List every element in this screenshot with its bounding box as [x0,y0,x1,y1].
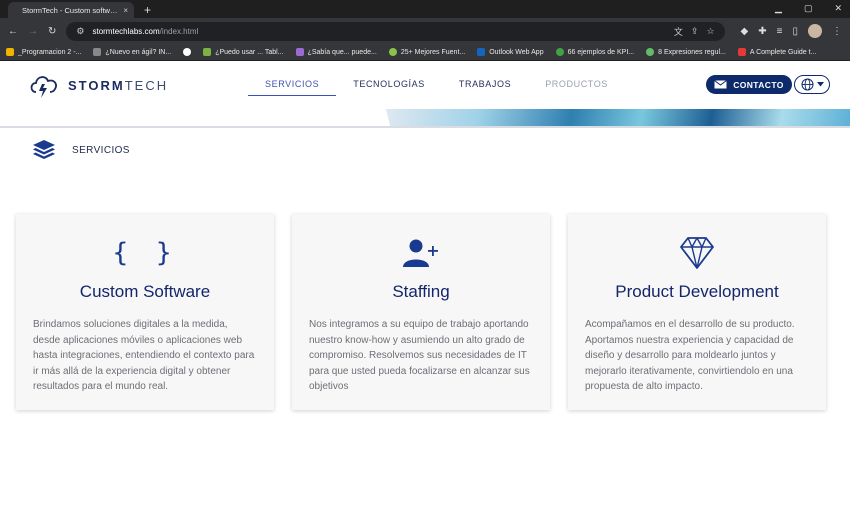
bookmark-item[interactable]: ¿Sabía que... puede... [295,48,377,56]
card-title: Staffing [392,282,450,301]
code-braces-glyph: { } [112,238,178,268]
reading-list-icon[interactable]: ≡ [777,26,783,37]
nav-item-servicios[interactable]: SERVICIOS [248,75,337,96]
diamond-icon [679,236,715,270]
tab-title: StormTech - Custom software de [22,5,120,15]
nav-item-trabajos[interactable]: TRABAJOS [442,75,528,95]
service-card-staffing: Staffing Nos integramos a su equipo de t… [292,214,550,410]
bookmark-item[interactable]: ¿Puedo usar ... Tabl... [203,48,284,56]
url-path: /index.html [159,26,199,36]
card-description: Brindamos soluciones digitales a la medi… [33,319,255,392]
extensions-puzzle-icon[interactable]: ✚ [758,26,766,37]
language-selector[interactable] [794,75,830,94]
card-description: Nos integramos a su equipo de trabajo ap… [309,319,530,392]
bookmark-label: 66 ejemplos de KPI... [567,48,635,56]
bookmark-favicon-icon [93,48,102,56]
bookmark-item[interactable] [183,48,192,56]
maximize-icon[interactable]: ▢ [804,3,813,14]
bookmark-label: _Programacion 2 -... [18,48,82,56]
section-header: SERVICIOS [0,128,850,172]
site-header: STORMTECH SERVICIOS TECNOLOGÍAS TRABAJOS… [0,61,850,109]
url-host: stormtechlabs.com [92,26,160,36]
bookmark-favicon-icon [6,48,14,56]
nav-item-productos[interactable]: PRODUCTOS [528,75,625,95]
bookmark-item[interactable]: _Programacion 2 -... [6,48,81,56]
site-info-icon[interactable]: ⚙ [76,26,84,37]
share-icon[interactable]: ⇪ [691,26,699,37]
browser-menu-icon[interactable]: ⋮ [832,26,842,37]
bookmark-item[interactable]: 66 ejemplos de KPI... [555,48,635,56]
code-braces-icon: { } [113,236,178,270]
bookmark-item[interactable]: 25+ Mejores Fuent... [388,48,466,56]
bookmark-favicon-icon [477,48,486,56]
window-controls: ▁ ▢ ✕ [775,3,842,14]
storm-cloud-logo-icon [30,76,57,98]
bookmark-label: ¿Puedo usar ... Tabl... [215,48,284,56]
contact-button-label: CONTACTO [733,79,784,90]
bookmark-label: Outlook Web App [489,48,544,56]
bookmark-favicon-icon [555,48,564,56]
service-card-product-development: Product Development Acompañamos en el de… [568,214,826,410]
back-icon[interactable]: ← [8,26,18,37]
bookmark-favicon-icon [183,48,192,56]
site-logo[interactable]: STORMTECH [28,70,168,100]
bookmark-label: A Complete Guide t... [749,48,817,56]
bookmark-item[interactable]: ¿Nuevo en ágil? IN... [93,48,171,56]
services-cards: { } Custom Software Brindamos soluciones… [16,214,826,410]
bookmark-favicon-icon [203,48,212,56]
contact-button[interactable]: CONTACTO [706,75,792,94]
bookmark-label: ¿Nuevo en ágil? IN... [105,48,172,56]
card-description: Acompañamos en el desarrollo de su produ… [585,319,795,392]
bookmark-favicon-icon [388,48,397,56]
tab-close-icon[interactable]: × [123,6,128,15]
minimize-icon[interactable]: ▁ [775,3,782,14]
logo-text: STORMTECH [68,78,168,93]
envelope-icon [714,80,728,89]
bookmark-favicon-icon [295,48,304,56]
profile-avatar[interactable] [808,24,822,38]
layers-icon [33,140,55,159]
bookmark-label: 25+ Mejores Fuent... [400,48,466,56]
forward-icon[interactable]: → [28,26,38,37]
extensions-area: ◆ ✚ ≡ ▯ ⋮ [741,24,842,38]
new-tab-button[interactable]: + [144,2,151,18]
hero-banner-strip [0,109,850,128]
hero-banner-image [386,109,850,126]
extension-icon[interactable]: ◆ [741,26,749,37]
browser-tab[interactable]: StormTech - Custom software de × [8,2,134,18]
nav-item-tecnologias[interactable]: TECNOLOGÍAS [336,75,442,95]
bookmark-favicon-icon [737,48,746,56]
browser-toolbar: ← → ↻ ⚙ stormtechlabs.com/index.html 文 ⇪… [0,18,850,44]
address-bar[interactable]: ⚙ stormtechlabs.com/index.html 文 ⇪ ☆ [66,21,725,41]
bookmarks-bar: _Programacion 2 -... ¿Nuevo en ágil? IN.… [0,44,850,61]
bookmark-item[interactable]: Outlook Web App [477,48,544,56]
side-panel-icon[interactable]: ▯ [792,26,798,37]
main-nav: SERVICIOS TECNOLOGÍAS TRABAJOS PRODUCTOS [248,61,625,109]
bookmark-item[interactable]: A Complete Guide t... [737,48,817,56]
chevron-down-icon [816,82,824,87]
service-card-custom-software: { } Custom Software Brindamos soluciones… [16,214,274,410]
translate-icon[interactable]: 文 [674,25,683,38]
bookmark-label: ¿Sabía que... puede... [307,48,377,56]
logo-text-light: TECH [124,77,169,93]
add-user-icon [402,236,440,270]
bookmark-item[interactable]: 8 Expresiones regul... [646,48,726,56]
globe-icon [801,78,813,91]
bookmark-star-icon[interactable]: ☆ [706,26,714,37]
logo-text-strong: STORM [68,77,125,93]
bookmark-label: 8 Expresiones regul... [658,48,726,56]
section-title: SERVICIOS [72,144,130,156]
reload-icon[interactable]: ↻ [48,26,56,37]
card-title: Product Development [615,282,779,301]
card-title: Custom Software [79,282,211,301]
browser-tab-strip: StormTech - Custom software de × + ▁ ▢ ✕ [0,0,850,18]
close-window-icon[interactable]: ✕ [834,3,842,14]
bookmark-favicon-icon [646,48,655,56]
